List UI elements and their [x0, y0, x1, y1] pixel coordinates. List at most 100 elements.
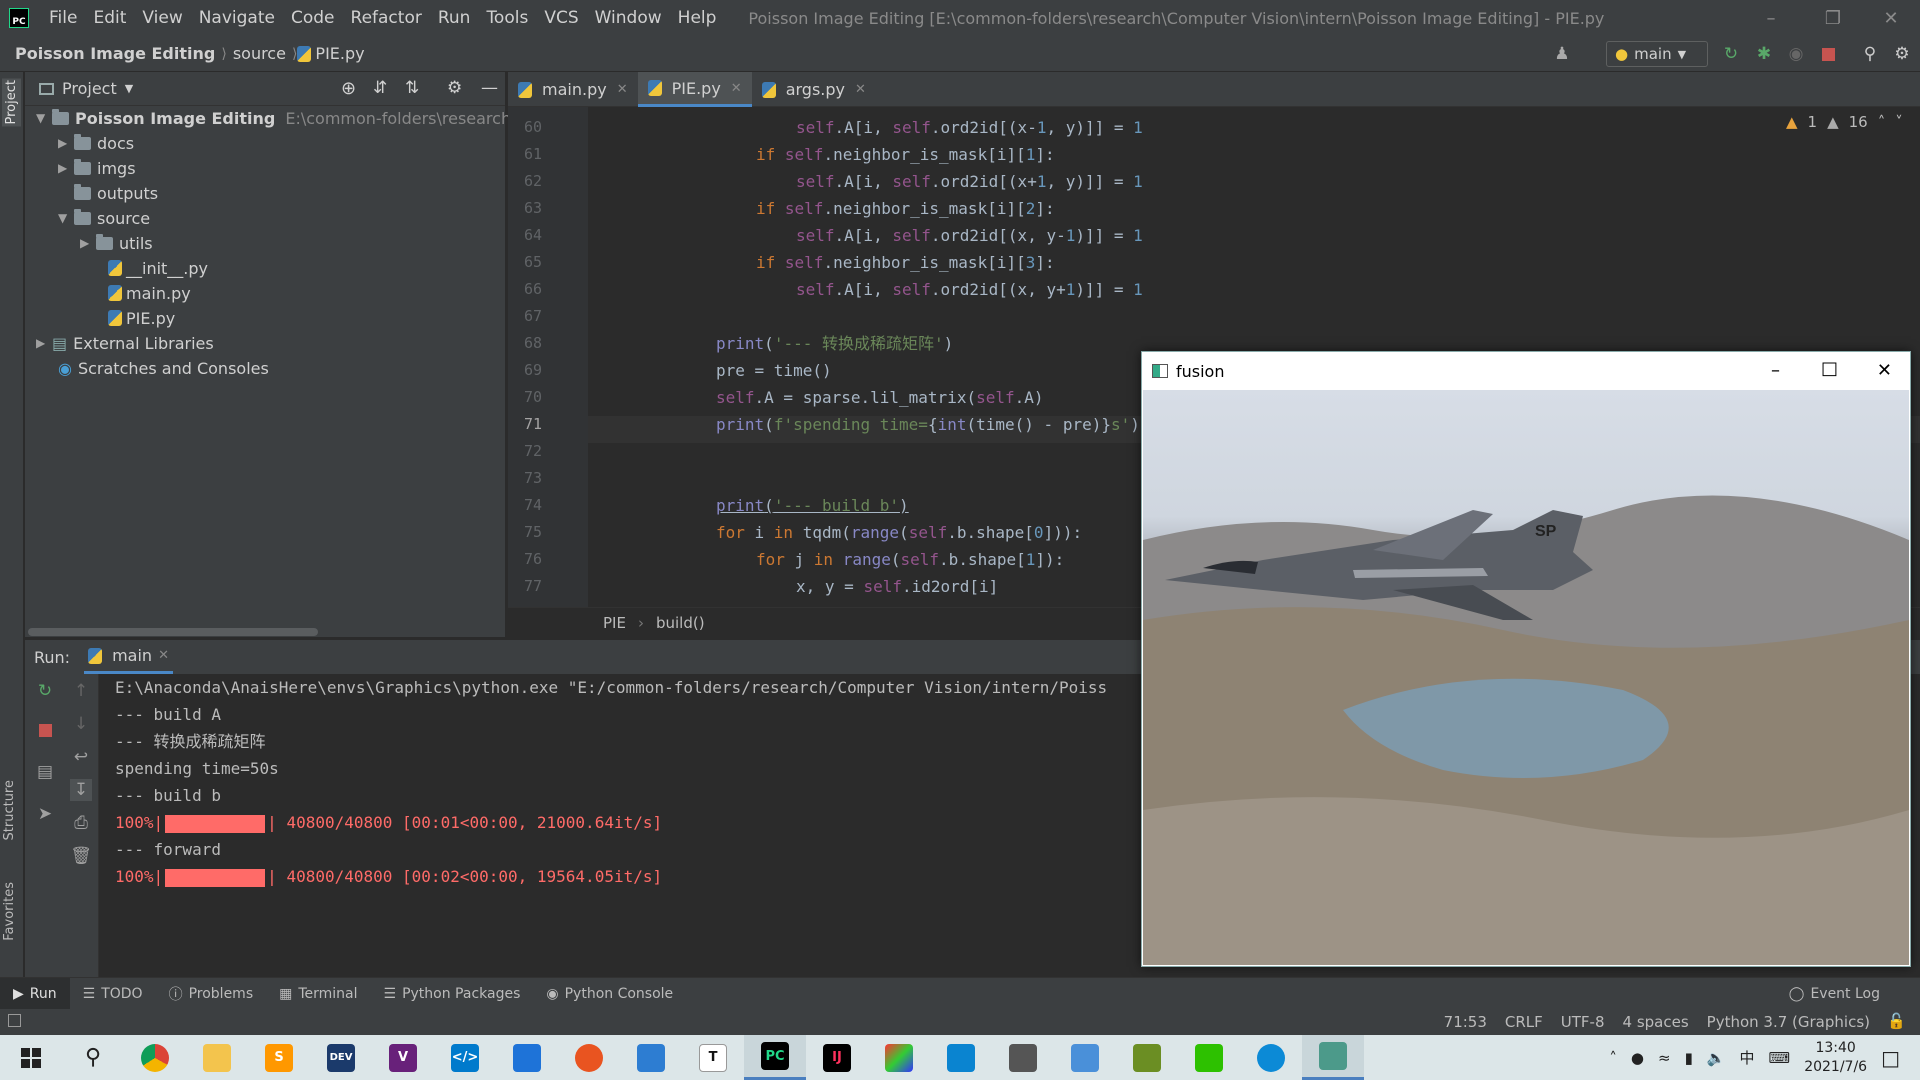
project-view-title[interactable]: Project [62, 79, 117, 98]
wechat-icon[interactable] [1178, 1035, 1240, 1080]
tree-item-source[interactable]: ▼ source [58, 206, 150, 230]
menu-navigate[interactable]: Navigate [191, 8, 283, 28]
gear-icon[interactable]: ⚙ [447, 78, 462, 98]
tab-pie-py[interactable]: PIE.py ✕ [637, 72, 752, 107]
typora-icon[interactable]: T [682, 1035, 744, 1080]
restore-icon[interactable]: ❐ [1804, 0, 1862, 36]
tree-item-external-libraries[interactable]: ▶ ▤ External Libraries [36, 331, 214, 355]
tab-main-py[interactable]: main.py ✕ [508, 72, 638, 107]
app-icon[interactable] [1054, 1035, 1116, 1080]
tree-item-init[interactable]: __init__.py [108, 256, 208, 280]
rerun-icon[interactable]: ↻ [34, 680, 56, 702]
run-config-select[interactable]: ● main ▼ [1606, 41, 1708, 67]
arrow-down-icon[interactable]: ↓ [70, 713, 92, 735]
chrome-icon[interactable] [124, 1035, 186, 1080]
soft-wrap-icon[interactable]: ↩ [70, 746, 92, 768]
minimize-icon[interactable]: – [1771, 360, 1780, 381]
tree-item-utils[interactable]: ▶ utils [80, 231, 153, 255]
fusion-titlebar[interactable]: fusion – □ ✕ [1142, 352, 1910, 390]
arrow-up-icon[interactable]: ↑ [70, 680, 92, 702]
chevron-up-icon[interactable]: ˄ [1878, 113, 1886, 131]
coverage-icon[interactable]: ◉ [1786, 44, 1806, 64]
intellij-icon[interactable]: IJ [806, 1035, 868, 1080]
menu-view[interactable]: View [134, 8, 190, 28]
menu-vcs[interactable]: VCS [536, 8, 586, 28]
fusion-window[interactable]: fusion – □ ✕ SP [1141, 351, 1911, 967]
file-explorer-icon[interactable] [186, 1035, 248, 1080]
locate-icon[interactable]: ⊕ [341, 78, 356, 99]
sublime-icon[interactable]: S [248, 1035, 310, 1080]
menu-file[interactable]: File [41, 8, 85, 28]
favorites-tool-tab[interactable]: Favorites [2, 882, 17, 941]
close-icon[interactable]: ✕ [158, 648, 169, 663]
menu-code[interactable]: Code [283, 8, 343, 28]
file-encoding[interactable]: UTF-8 [1561, 1013, 1605, 1031]
clock[interactable]: 13:40 2021/7/6 [1804, 1039, 1867, 1077]
close-icon[interactable]: ✕ [617, 82, 628, 97]
lock-icon[interactable]: 🔓 [1887, 1012, 1906, 1030]
tool-tab-problems[interactable]: ⓘ Problems [156, 978, 267, 1010]
tool-tab-python-console[interactable]: ◉ Python Console [533, 978, 686, 1010]
tab-args-py[interactable]: args.py ✕ [752, 72, 876, 107]
breadcrumb-file[interactable]: PIE.py [315, 44, 370, 63]
layout-icon[interactable]: ▤ [34, 761, 56, 783]
battery-icon[interactable]: ▮ [1685, 1049, 1693, 1067]
vscode-icon[interactable]: </> [434, 1035, 496, 1080]
visual-studio-icon[interactable]: V [372, 1035, 434, 1080]
devcpp-icon[interactable]: DEV [310, 1035, 372, 1080]
tree-item-main[interactable]: main.py [108, 281, 191, 305]
chevron-down-icon[interactable]: ˅ [1895, 113, 1903, 131]
caret-position[interactable]: 71:53 [1444, 1013, 1487, 1031]
scroll-to-end-icon[interactable]: ↧ [70, 779, 92, 801]
tree-item-scratches[interactable]: ◉ Scratches and Consoles [58, 356, 269, 380]
breadcrumb-project[interactable]: Poisson Image Editing [0, 44, 221, 63]
menu-tools[interactable]: Tools [478, 8, 536, 28]
run-tab-main[interactable]: main ✕ [84, 640, 173, 674]
qq-icon[interactable]: ● [1631, 1049, 1644, 1067]
ubuntu-icon[interactable] [558, 1035, 620, 1080]
tool-tab-python-packages[interactable]: ☰ Python Packages [371, 978, 534, 1010]
user-icon[interactable]: ♟ [1552, 44, 1572, 64]
structure-tool-tab[interactable]: Structure [2, 780, 17, 840]
search-icon[interactable]: ⚲ [62, 1035, 124, 1080]
breadcrumb-folder[interactable]: source [227, 44, 292, 63]
wifi-icon[interactable]: ≈ [1658, 1049, 1671, 1067]
app-icon[interactable] [930, 1035, 992, 1080]
chevron-up-icon[interactable]: ˄ [1609, 1049, 1617, 1067]
close-icon[interactable]: ✕ [1862, 0, 1920, 36]
close-icon[interactable]: ✕ [1877, 360, 1892, 381]
keyboard-icon[interactable]: ⌨ [1769, 1049, 1791, 1067]
volume-icon[interactable]: 🔈 [1707, 1049, 1726, 1067]
python-window-icon[interactable] [1302, 1035, 1364, 1080]
menu-help[interactable]: Help [670, 8, 725, 28]
expand-all-icon[interactable]: ⇵ [373, 78, 387, 98]
collapse-all-icon[interactable]: ⇅ [405, 78, 419, 98]
line-separator[interactable]: CRLF [1505, 1013, 1543, 1031]
menu-run[interactable]: Run [430, 8, 479, 28]
menu-edit[interactable]: Edit [85, 8, 134, 28]
close-icon[interactable]: ✕ [731, 81, 742, 96]
horizontal-scrollbar[interactable] [28, 628, 318, 636]
gear-icon[interactable]: ⚙ [1892, 44, 1912, 64]
pycharm-icon[interactable]: PC [744, 1035, 806, 1080]
edge-icon[interactable] [1240, 1035, 1302, 1080]
start-icon[interactable] [0, 1035, 62, 1080]
menu-window[interactable]: Window [587, 8, 670, 28]
ime-indicator[interactable]: 中 [1740, 1047, 1755, 1068]
minimize-icon[interactable]: – [1742, 0, 1800, 36]
stop-icon[interactable] [1818, 44, 1838, 64]
tree-item-docs[interactable]: ▶ docs [58, 131, 134, 155]
menu-refactor[interactable]: Refactor [343, 8, 430, 28]
tree-item-outputs[interactable]: outputs [74, 181, 158, 205]
status-toggle-icon[interactable] [8, 1014, 21, 1027]
rerun-icon[interactable]: ↻ [1721, 44, 1741, 64]
tree-root[interactable]: ▼ Poisson Image Editing E:\common-folder… [36, 106, 563, 130]
maximize-icon[interactable]: □ [1821, 358, 1838, 379]
breadcrumb-method[interactable]: build() [656, 614, 705, 632]
tool-tab-run[interactable]: ▶ Run [0, 977, 70, 1010]
tree-item-imgs[interactable]: ▶ imgs [58, 156, 136, 180]
app-icon[interactable] [1116, 1035, 1178, 1080]
app-icon[interactable] [620, 1035, 682, 1080]
search-icon[interactable]: ⚲ [1860, 44, 1880, 64]
stop-icon[interactable] [34, 719, 56, 741]
